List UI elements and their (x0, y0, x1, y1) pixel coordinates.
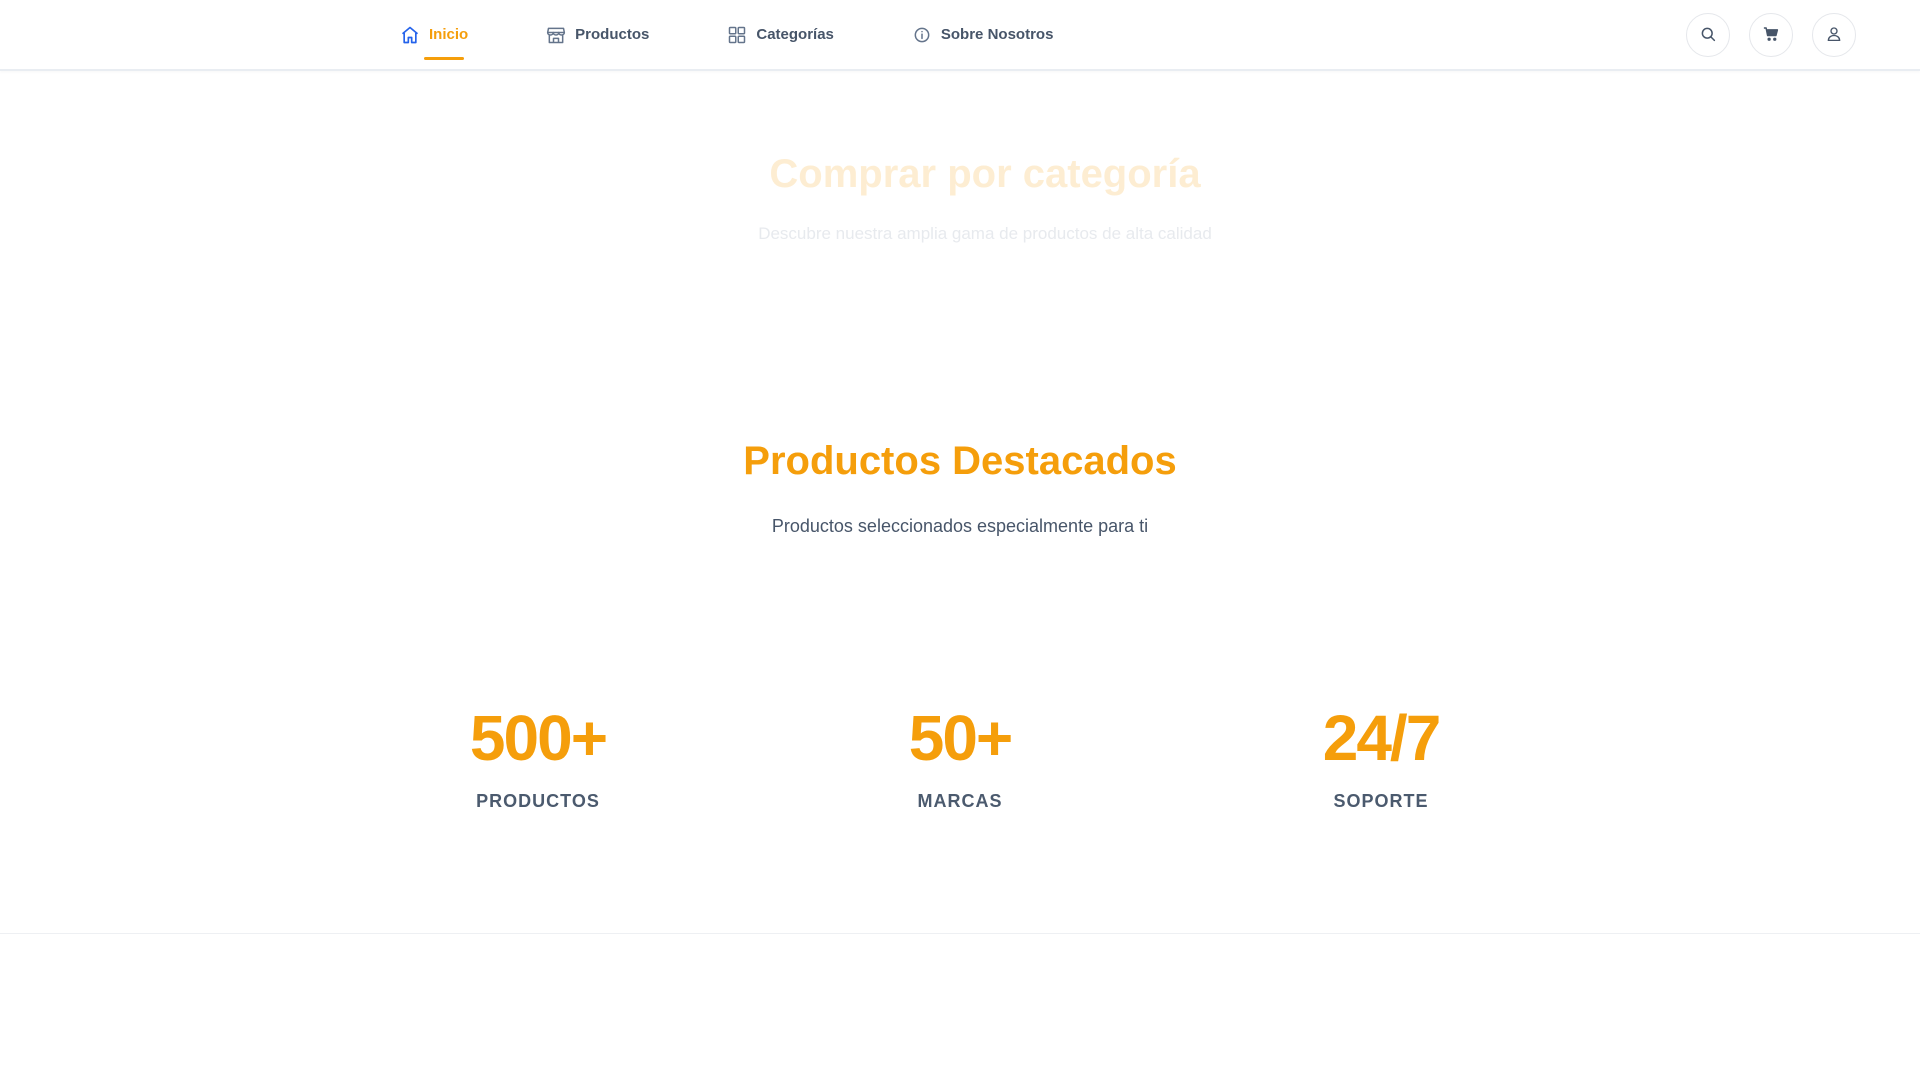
categories-section: Comprar por categoría Descubre nuestra a… (0, 72, 1920, 392)
stat-products: 500+ PRODUCTOS (408, 700, 668, 812)
categories-title: Comprar por categoría (769, 152, 1201, 196)
active-indicator (424, 57, 465, 60)
nav-item-label: Categorías (756, 26, 834, 43)
nav-actions (1667, 13, 1856, 57)
stat-brands: 50+ MARCAS (830, 700, 1090, 812)
nav-item-label: Inicio (429, 26, 469, 43)
stats-section: 500+ PRODUCTOS 50+ MARCAS 24/7 SOPORTE (0, 700, 1920, 860)
nav-item-productos[interactable]: Productos (546, 0, 649, 69)
store-icon (546, 25, 566, 45)
footer-divider (0, 933, 1920, 934)
stat-value: 50+ (908, 702, 1014, 774)
nav-item-inicio[interactable]: Inicio (400, 0, 468, 69)
featured-title: Productos Destacados (743, 439, 1177, 483)
stat-value: 500+ (469, 702, 608, 774)
search-icon (1699, 25, 1717, 46)
grid-icon (727, 25, 747, 45)
main-nav: Inicio Productos Categorías Sobre Nosotr… (400, 0, 1131, 69)
cart-button[interactable] (1749, 13, 1793, 57)
stat-value: 24/7 (1322, 702, 1442, 774)
search-button[interactable] (1686, 13, 1730, 57)
nav-item-label: Sobre Nosotros (940, 26, 1054, 43)
nav-item-label: Productos (575, 26, 650, 43)
info-icon (912, 25, 932, 45)
featured-subtitle: Productos seleccionados especialmente pa… (771, 516, 1149, 536)
stat-support: 24/7 SOPORTE (1251, 700, 1511, 812)
account-button[interactable] (1812, 13, 1856, 57)
cart-icon (1762, 25, 1780, 46)
stat-label: PRODUCTOS (476, 790, 600, 811)
categories-subtitle: Descubre nuestra amplia gama de producto… (758, 224, 1212, 243)
nav-item-sobre-nosotros[interactable]: Sobre Nosotros (912, 0, 1054, 69)
stat-label: MARCAS (917, 790, 1003, 811)
nav-item-categorias[interactable]: Categorías (727, 0, 834, 69)
stat-label: SOPORTE (1333, 790, 1429, 811)
top-navbar: Inicio Productos Categorías Sobre Nosotr… (0, 0, 1920, 71)
user-icon (1825, 25, 1843, 46)
featured-section: Productos Destacados Productos seleccion… (0, 430, 1920, 537)
home-icon (400, 25, 420, 45)
